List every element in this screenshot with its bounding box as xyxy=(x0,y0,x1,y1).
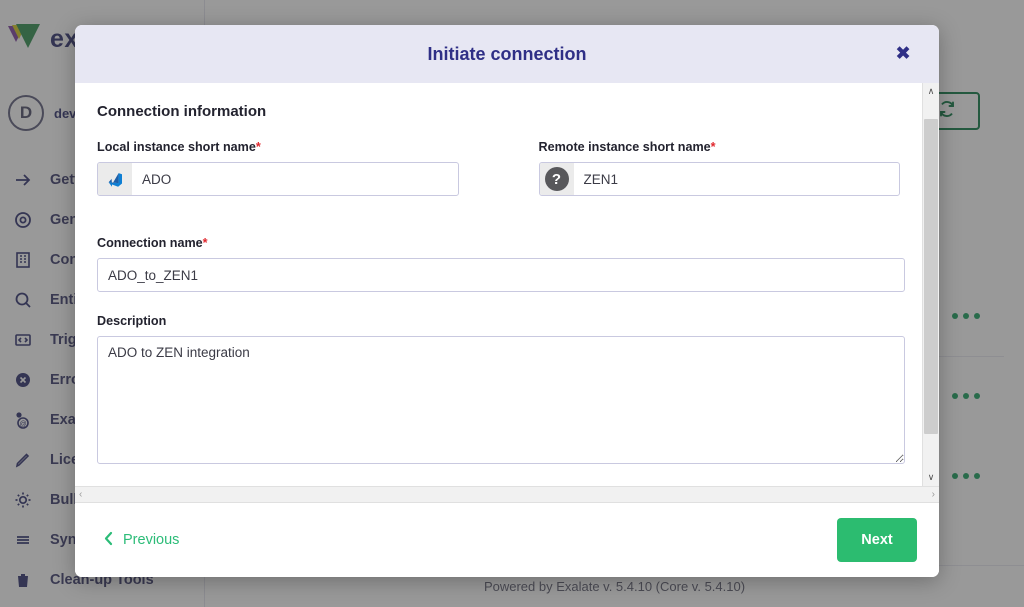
remote-instance-label: Remote instance short name* xyxy=(538,140,716,154)
scroll-right-arrow-icon[interactable]: › xyxy=(932,489,935,500)
chevron-left-icon xyxy=(103,531,114,550)
modal-footer: Previous Next xyxy=(75,503,939,577)
description-textarea[interactable] xyxy=(97,336,905,464)
previous-button[interactable]: Previous xyxy=(97,530,185,551)
scroll-left-arrow-icon[interactable]: ‹ xyxy=(79,489,82,500)
description-label: Description xyxy=(97,314,167,328)
scroll-down-arrow-icon[interactable]: ∨ xyxy=(923,469,939,486)
modal-title: Initiate connection xyxy=(427,43,587,64)
previous-button-label: Previous xyxy=(123,532,180,548)
required-marker: * xyxy=(255,140,261,154)
local-instance-input-group[interactable] xyxy=(97,162,459,196)
remote-instance-input-group[interactable]: ? xyxy=(538,162,900,196)
connection-name-input[interactable] xyxy=(97,258,905,292)
question-mark-icon: ? xyxy=(539,163,574,195)
section-title-connection-information: Connection information xyxy=(97,103,267,120)
vertical-scroll-thumb[interactable] xyxy=(924,119,938,434)
scroll-up-arrow-icon[interactable]: ∧ xyxy=(923,83,939,100)
remote-instance-input[interactable] xyxy=(573,163,899,195)
modal-body: Connection information Local instance sh… xyxy=(75,83,922,486)
modal-header: Initiate connection ✖ xyxy=(75,25,939,83)
app-root: exa D dev.azu Getting xyxy=(0,0,1024,607)
close-icon[interactable]: ✖ xyxy=(889,41,917,68)
modal-vertical-scrollbar[interactable]: ∧ ∨ xyxy=(922,83,939,486)
modal-body-wrapper: Connection information Local instance sh… xyxy=(75,83,939,486)
remote-instance-field: Remote instance short name* ? xyxy=(538,140,900,196)
local-instance-label: Local instance short name* xyxy=(97,140,261,154)
initiate-connection-modal: Initiate connection ✖ Connection informa… xyxy=(75,25,939,577)
required-marker: * xyxy=(710,140,716,154)
description-field: Description xyxy=(97,314,905,469)
instance-fields-row: Local instance short name* ADO Remote in… xyxy=(97,140,900,218)
azure-devops-icon xyxy=(98,163,132,195)
local-instance-input[interactable] xyxy=(132,163,458,195)
required-marker: * xyxy=(202,236,208,250)
local-instance-field: Local instance short name* xyxy=(97,140,459,196)
modal-horizontal-scrollbar[interactable]: ‹ › xyxy=(75,486,939,503)
connection-name-field: Connection name* xyxy=(97,236,905,292)
connection-name-label: Connection name* xyxy=(97,236,208,250)
next-button[interactable]: Next xyxy=(837,518,917,562)
